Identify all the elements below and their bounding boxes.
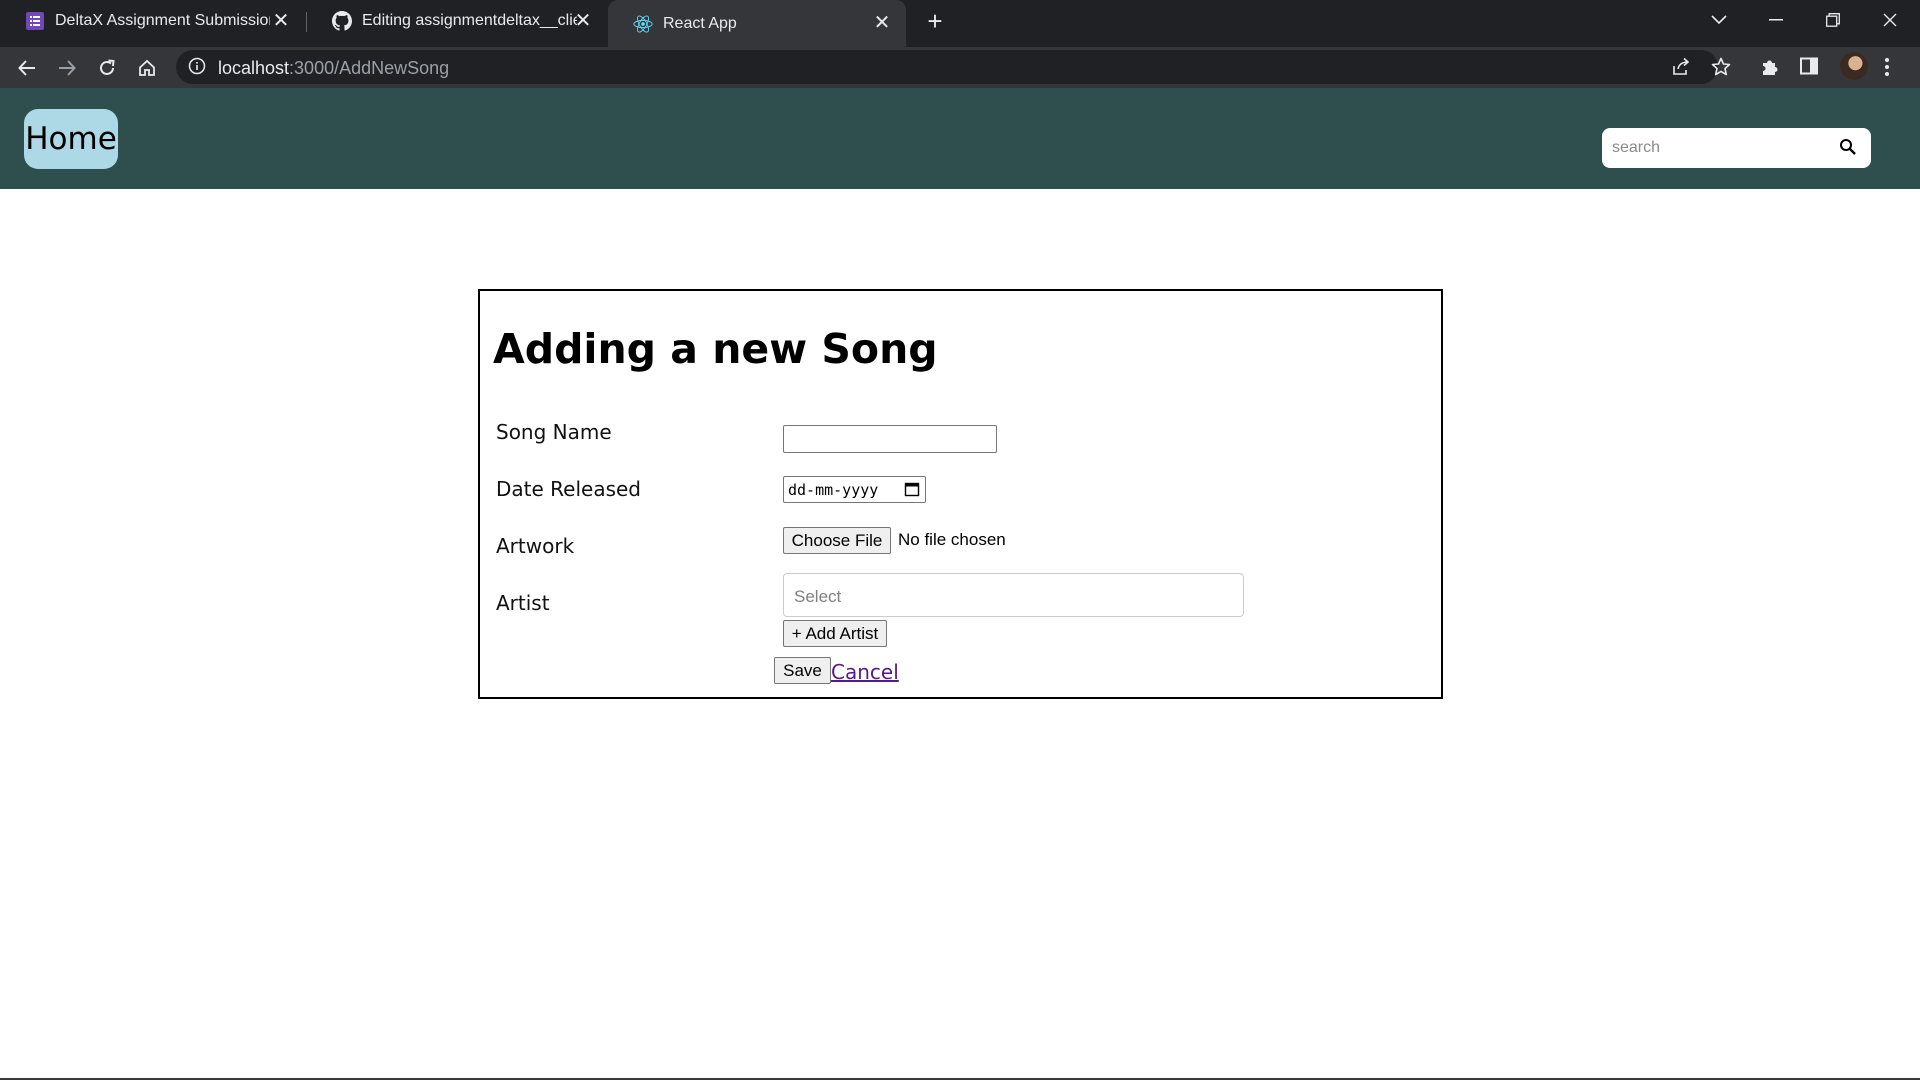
github-icon <box>332 11 352 31</box>
date-placeholder: dd-mm-yyyy <box>788 481 879 499</box>
close-icon[interactable]: ✕ <box>271 11 291 31</box>
cancel-link[interactable]: Cancel <box>831 660 899 684</box>
forms-icon <box>25 11 45 31</box>
address-bar[interactable]: localhost:3000/AddNewSong <box>176 50 1731 84</box>
calendar-icon[interactable] <box>904 481 920 497</box>
date-released-label: Date Released <box>496 477 641 501</box>
url-path: :3000/AddNewSong <box>289 58 450 78</box>
close-window-icon[interactable] <box>1862 0 1918 40</box>
artist-label: Artist <box>496 591 550 615</box>
extensions-puzzle-icon[interactable] <box>1760 57 1784 81</box>
artist-select-placeholder: Select <box>794 587 842 606</box>
tab-react-app[interactable]: React App ✕ <box>608 0 906 47</box>
react-icon <box>633 14 653 34</box>
close-icon[interactable]: ✕ <box>573 11 593 31</box>
tab-github-editing[interactable]: Editing assignmentdeltax__client/ ✕ <box>307 0 607 42</box>
kebab-menu-icon[interactable] <box>1884 57 1908 81</box>
home-icon[interactable] <box>131 52 163 84</box>
url-text: localhost:3000/AddNewSong <box>218 58 449 79</box>
search-input[interactable] <box>1612 135 1822 161</box>
tab-title: Editing assignmentdeltax__client/ <box>362 12 577 29</box>
add-song-form: Adding a new Song Song Name Date Release… <box>478 289 1443 699</box>
artwork-label: Artwork <box>496 534 575 558</box>
tab-title: React App <box>663 14 737 32</box>
artist-select[interactable]: Select <box>783 573 1244 617</box>
side-panel-icon[interactable] <box>1800 57 1824 81</box>
new-tab-icon[interactable]: + <box>922 8 948 35</box>
home-button[interactable]: Home <box>24 109 118 169</box>
choose-file-button[interactable]: Choose File <box>783 527 891 554</box>
site-info-icon[interactable] <box>188 57 208 77</box>
tab-title: DeltaX Assignment Submission - <box>55 12 270 29</box>
profile-avatar[interactable] <box>1840 52 1868 80</box>
forward-arrow-icon[interactable] <box>51 52 83 84</box>
browser-toolbar: localhost:3000/AddNewSong <box>0 47 1920 88</box>
bookmark-star-icon[interactable] <box>1711 57 1733 79</box>
reload-icon[interactable] <box>91 52 123 84</box>
minimize-icon[interactable] <box>1748 0 1804 40</box>
restore-icon[interactable] <box>1805 0 1861 40</box>
browser-tab-strip: DeltaX Assignment Submission - ✕ Editing… <box>0 0 1920 47</box>
search-box <box>1602 128 1871 168</box>
file-status-text: No file chosen <box>898 530 1006 549</box>
song-name-label: Song Name <box>496 420 612 444</box>
add-artist-button[interactable]: + Add Artist <box>783 620 887 647</box>
song-name-input[interactable] <box>783 425 997 453</box>
share-icon[interactable] <box>1671 57 1693 79</box>
page-title: Adding a new Song <box>493 325 938 373</box>
close-icon[interactable]: ✕ <box>872 13 892 33</box>
app-header: Home <box>0 88 1920 189</box>
back-arrow-icon[interactable] <box>11 52 43 84</box>
save-button[interactable]: Save <box>774 657 831 684</box>
url-host: localhost <box>218 58 290 78</box>
tab-deltax-assignment[interactable]: DeltaX Assignment Submission - ✕ <box>0 0 305 42</box>
tab-search-icon[interactable] <box>1691 0 1747 40</box>
search-icon[interactable] <box>1839 138 1859 158</box>
date-released-input[interactable]: dd-mm-yyyy <box>783 476 926 503</box>
